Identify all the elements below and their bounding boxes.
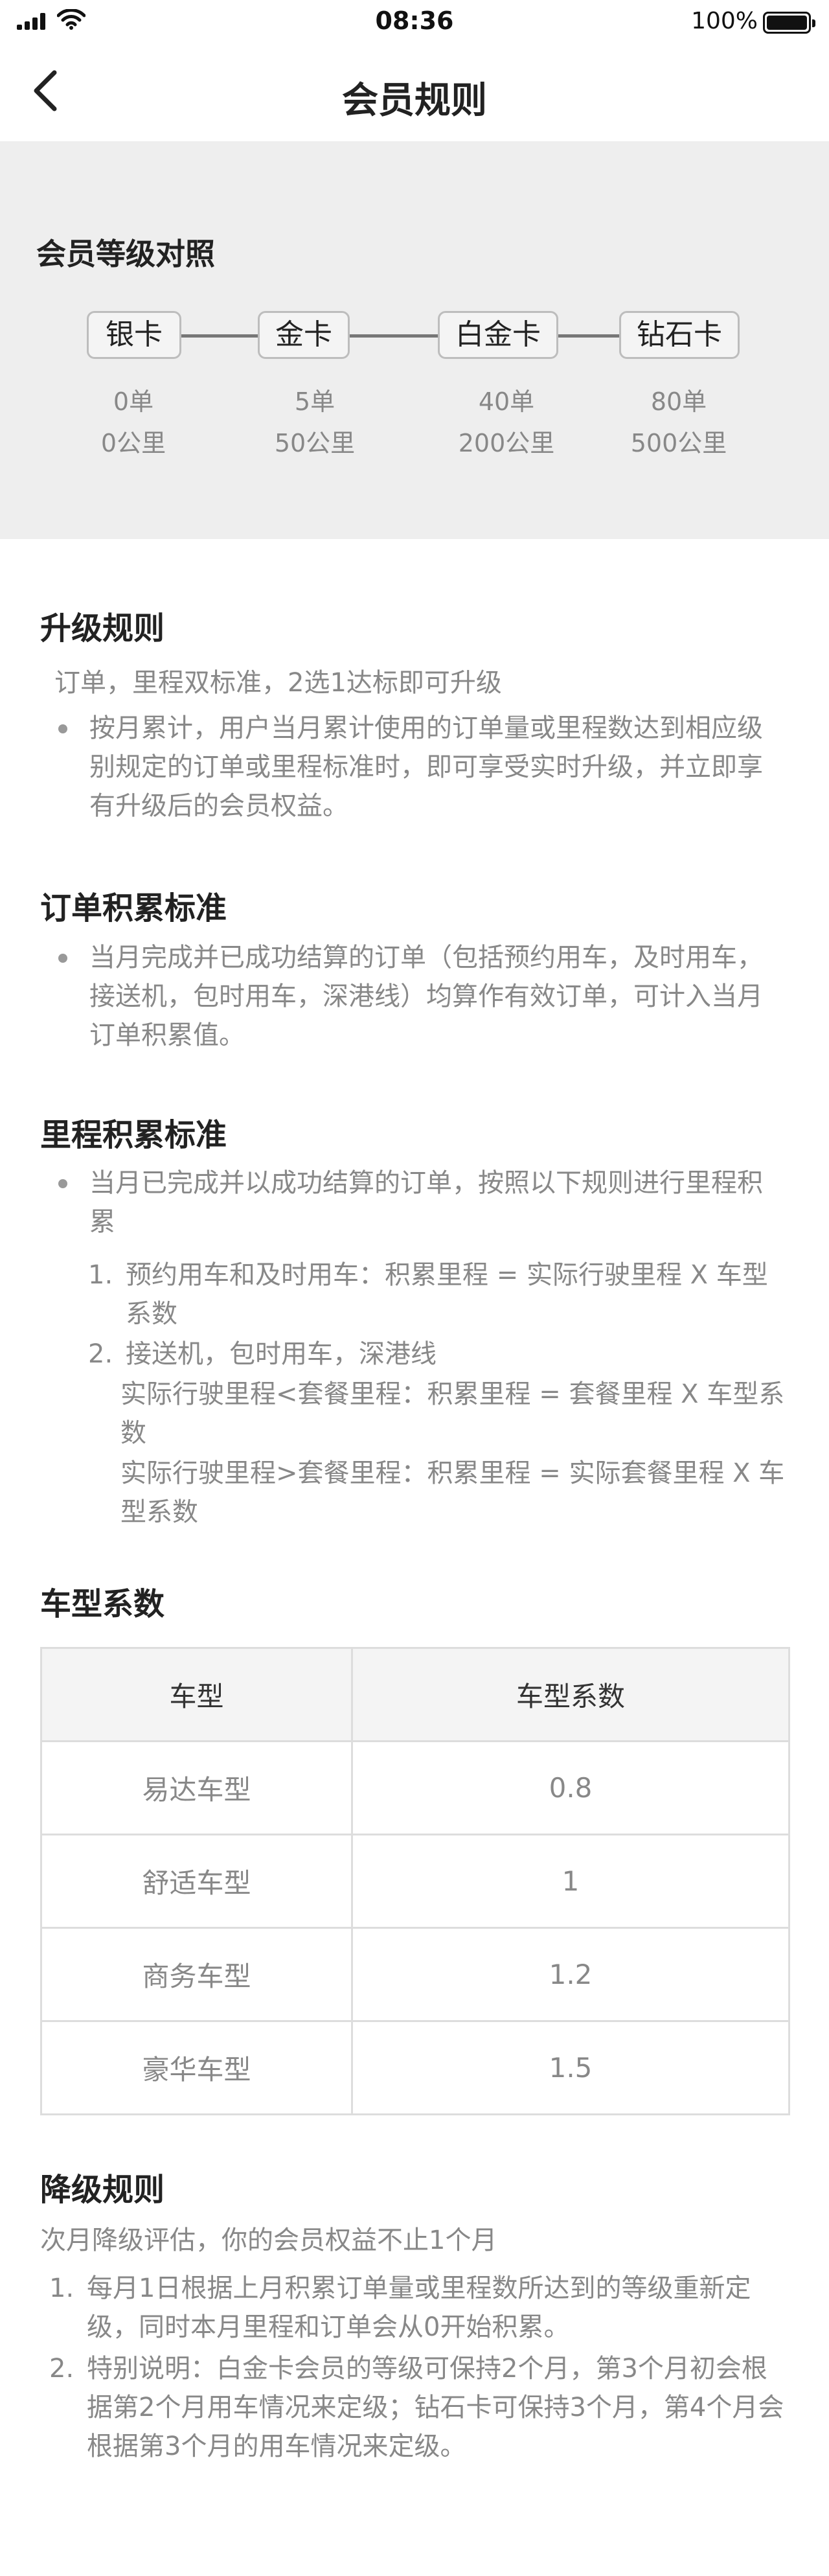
level-comparison-section: 会员等级对照 银卡 金卡 白金卡 钻石卡 0单 0公里 5单 50公里 40单 … xyxy=(0,141,829,539)
mileage-standard-bullet: 当月已完成并以成功结算的订单，按照以下规则进行里程积累 xyxy=(54,1164,786,1241)
level-requirement-gold: 5单 50公里 xyxy=(237,381,392,464)
list-number: 2. xyxy=(88,1339,113,1369)
mileage-rule-text: 接送机，包时用车，深港线 xyxy=(126,1339,437,1369)
upgrade-rules-title: 升级规则 xyxy=(40,610,165,647)
level-orders: 80单 xyxy=(650,387,707,416)
table-cell: 易达车型 xyxy=(40,1740,353,1835)
status-bar: 08:36 100% xyxy=(0,0,829,47)
table-cell: 1.5 xyxy=(351,2020,790,2115)
level-requirement-silver: 0单 0公里 xyxy=(56,381,211,464)
level-track: 银卡 金卡 白金卡 钻石卡 xyxy=(0,311,829,359)
list-number: 1. xyxy=(88,1260,113,1290)
table-cell: 豪华车型 xyxy=(40,2020,353,2115)
mileage-rule-2: 2. 接送机，包时用车，深港线 xyxy=(88,1335,775,1374)
list-number: 1. xyxy=(49,2273,74,2303)
table-cell: 0.8 xyxy=(351,1740,790,1835)
level-orders: 5单 xyxy=(294,387,335,416)
level-badge-gold: 金卡 xyxy=(258,311,350,359)
list-number: 2. xyxy=(49,2354,74,2384)
level-mileage: 200公里 xyxy=(458,429,555,457)
table-row: 商务车型 1.2 xyxy=(40,1927,790,2022)
level-connector xyxy=(350,334,438,338)
order-standard-bullet: 当月完成并已成功结算的订单（包括预约用车，及时用车，接送机，包时用车，深港线）均… xyxy=(54,938,786,1055)
table-row: 舒适车型 1 xyxy=(40,1834,790,1929)
table-header-cell: 车型 xyxy=(40,1647,353,1742)
battery-icon xyxy=(763,12,815,34)
downgrade-rule-1: 1. 每月1日根据上月积累订单量或里程数所达到的等级重新定级，同时本月里程和订单… xyxy=(49,2269,788,2347)
level-badge-platinum: 白金卡 xyxy=(438,311,558,359)
table-row: 易达车型 0.8 xyxy=(40,1740,790,1835)
downgrade-rules-intro: 次月降级评估，你的会员权益不止1个月 xyxy=(40,2225,497,2255)
level-badge-silver: 银卡 xyxy=(87,311,181,359)
level-mileage: 0公里 xyxy=(100,429,166,457)
level-connector xyxy=(558,334,619,338)
coefficient-title: 车型系数 xyxy=(40,1586,165,1622)
table-header-cell: 车型系数 xyxy=(351,1647,790,1742)
mileage-rule-text: 预约用车和及时用车：积累里程 = 实际行驶里程 X 车型系数 xyxy=(126,1260,768,1329)
battery-percent: 100% xyxy=(691,8,758,34)
level-badge-diamond: 钻石卡 xyxy=(619,311,740,359)
level-requirement-diamond: 80单 500公里 xyxy=(601,381,756,464)
nav-bar: 会员规则 xyxy=(0,47,829,141)
level-orders: 0单 xyxy=(113,387,154,416)
downgrade-rule-2: 2. 特别说明：白金卡会员的等级可保持2个月，第3个月初会根据第2个月用车情况来… xyxy=(49,2349,788,2466)
downgrade-rule-text: 特别说明：白金卡会员的等级可保持2个月，第3个月初会根据第2个月用车情况来定级；… xyxy=(87,2354,784,2461)
upgrade-rules-intro: 订单，里程双标准，2选1达标即可升级 xyxy=(54,668,502,698)
coefficient-table: 车型 车型系数 易达车型 0.8 舒适车型 1 商务车型 1.2 豪华车型 1.… xyxy=(40,1647,790,2115)
mileage-sub-rule-2: 实际行驶里程>套餐里程：积累里程 = 实际套餐里程 X 车型系数 xyxy=(120,1458,785,1527)
downgrade-rule-text: 每月1日根据上月积累订单量或里程数所达到的等级重新定级，同时本月里程和订单会从0… xyxy=(87,2273,751,2342)
table-header-row: 车型 车型系数 xyxy=(40,1647,790,1742)
level-mileage: 500公里 xyxy=(630,429,727,457)
level-requirement-platinum: 40单 200公里 xyxy=(429,381,584,464)
order-standard-title: 订单积累标准 xyxy=(40,890,227,926)
mileage-standard-title: 里程积累标准 xyxy=(40,1117,227,1153)
level-comparison-title: 会员等级对照 xyxy=(36,236,215,271)
table-cell: 1 xyxy=(351,1834,790,1929)
mileage-sub-rule-1: 实际行驶里程<套餐里程：积累里程 = 套餐里程 X 车型系数 xyxy=(120,1379,785,1448)
level-connector xyxy=(181,334,258,338)
downgrade-rules-title: 降级规则 xyxy=(40,2172,165,2208)
table-row: 豪华车型 1.5 xyxy=(40,2020,790,2115)
level-orders: 40单 xyxy=(478,387,535,416)
level-mileage: 50公里 xyxy=(274,429,356,457)
upgrade-rules-bullet: 按月累计，用户当月累计使用的订单量或里程数达到相应级别规定的订单或里程标准时，即… xyxy=(54,709,786,825)
table-cell: 舒适车型 xyxy=(40,1834,353,1929)
table-cell: 商务车型 xyxy=(40,1927,353,2022)
mileage-rule-1: 1. 预约用车和及时用车：积累里程 = 实际行驶里程 X 车型系数 xyxy=(88,1256,775,1333)
page-title: 会员规则 xyxy=(342,80,487,122)
table-cell: 1.2 xyxy=(351,1927,790,2022)
member-rules-page: 08:36 100% 会员规则 会员等级对照 银卡 金卡 白金卡 钻石卡 0单 … xyxy=(0,0,829,2576)
